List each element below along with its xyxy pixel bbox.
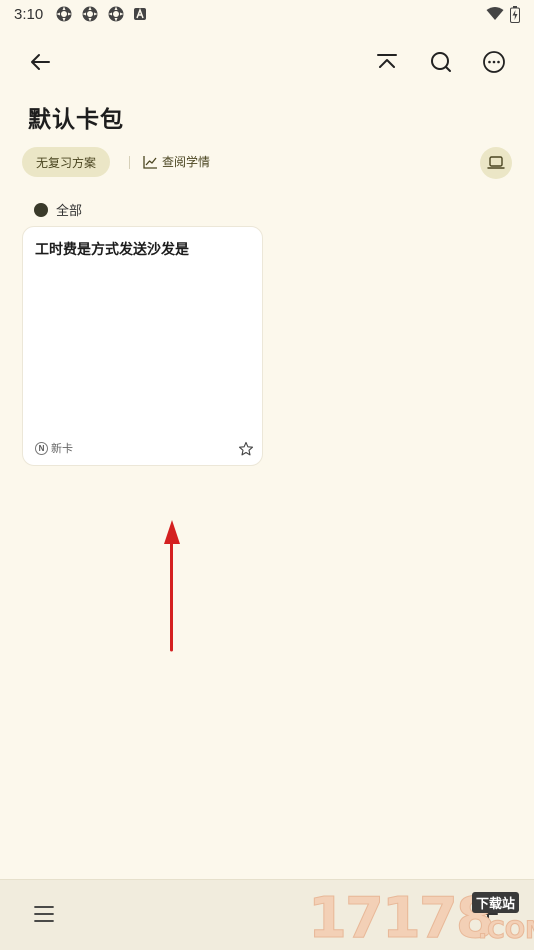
- collapse-button[interactable]: [367, 42, 407, 82]
- new-card-badge-icon: N: [35, 441, 48, 455]
- collapse-up-icon: [377, 54, 397, 68]
- flashcard-tag: 新卡: [51, 442, 73, 455]
- filter-row: 无复习方案 查阅学情: [22, 147, 512, 179]
- group-label: 全部: [56, 204, 83, 219]
- gear-icon: [108, 6, 124, 22]
- flashcard-title: 工时费是方式发送沙发是: [35, 242, 189, 258]
- gear-icon: [56, 6, 72, 22]
- top-toolbar: [0, 40, 534, 84]
- menu-button[interactable]: [26, 896, 62, 932]
- group-dot-icon: [34, 202, 48, 217]
- watermark-digits: 17178: [308, 886, 496, 950]
- search-icon: [431, 52, 451, 72]
- back-button[interactable]: [20, 42, 60, 82]
- site-watermark: 17178 下载站 .COM: [308, 886, 534, 950]
- review-plan-chip[interactable]: 无复习方案: [22, 147, 111, 177]
- more-button[interactable]: [474, 42, 514, 82]
- annotation-arrow-icon: [164, 520, 180, 652]
- search-button[interactable]: [421, 42, 461, 82]
- battery-icon: [510, 5, 520, 23]
- favorite-button[interactable]: [238, 441, 254, 457]
- trend-chart-icon: [143, 155, 157, 169]
- flashcard-status: N 新卡: [35, 440, 73, 456]
- star-icon: [238, 441, 254, 456]
- watermark-tag: 下载站: [472, 892, 520, 913]
- view-stats-link[interactable]: 查阅学情: [143, 153, 210, 170]
- screen-button[interactable]: [480, 147, 512, 179]
- a-box-icon: [134, 7, 147, 20]
- group-filter-all[interactable]: 全部: [34, 200, 82, 219]
- gear-icon: [82, 6, 98, 22]
- flashcard[interactable]: 工时费是方式发送沙发是 N 新卡: [22, 226, 263, 466]
- status-bar: 3:10: [0, 0, 534, 28]
- menu-icon: [34, 906, 54, 922]
- filter-divider: [129, 156, 130, 169]
- watermark-suffix: .COM: [477, 916, 534, 945]
- view-stats-label: 查阅学情: [162, 155, 211, 169]
- arrow-left-icon: [31, 54, 50, 70]
- status-system-icons: [486, 5, 520, 23]
- more-horizontal-icon: [483, 51, 505, 73]
- status-notification-icons: [55, 5, 147, 23]
- status-time: 3:10: [14, 5, 44, 23]
- wifi-icon: [486, 7, 504, 20]
- page-title: 默认卡包: [28, 107, 124, 133]
- screen-icon: [487, 156, 505, 169]
